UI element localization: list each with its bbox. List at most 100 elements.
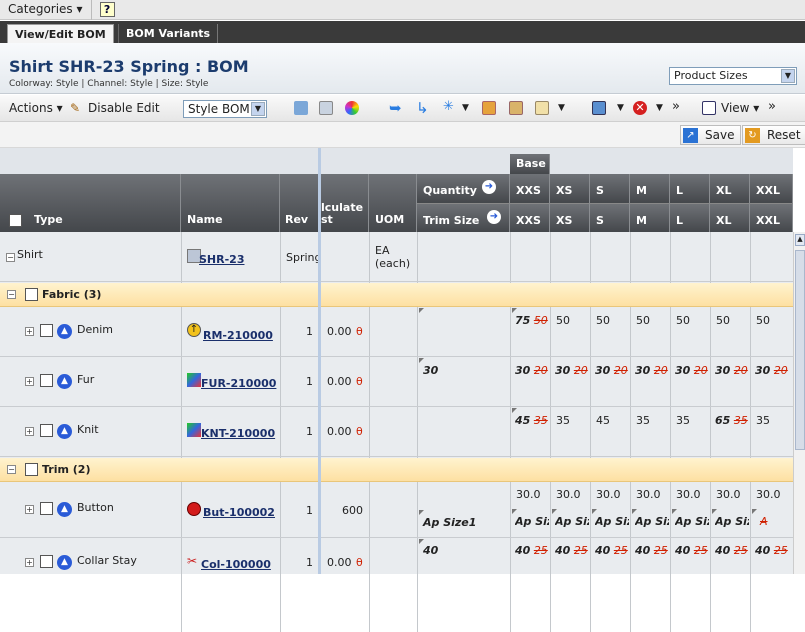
calc-column-header[interactable]: lculate st xyxy=(321,174,369,232)
size-value[interactable]: 30.0 xyxy=(636,488,661,501)
table-row[interactable]: + ▲ Denim ↑ RM-210000 1 0.00 θ 75 50 50 … xyxy=(0,307,793,357)
help-icon[interactable]: ? xyxy=(99,2,115,17)
row-name-link[interactable]: KNT-210000 xyxy=(201,427,275,440)
bom-select[interactable]: Style BOM ▼ xyxy=(183,100,267,118)
row-name-link[interactable]: FUR-210000 xyxy=(201,377,276,390)
expand-icon[interactable]: + xyxy=(25,427,34,436)
trim-size-value[interactable]: Ap Size1 xyxy=(635,515,669,528)
size-value[interactable]: 35 xyxy=(756,414,770,427)
collapse-icon[interactable]: − xyxy=(7,290,16,299)
size-header-xxs[interactable]: XXS xyxy=(510,174,550,203)
table-row[interactable]: + ▲ Fur FUR-210000 1 0.00 θ 30 30 20 30 … xyxy=(0,357,793,407)
size-value[interactable]: 50 xyxy=(596,314,610,327)
size-value[interactable]: 50 xyxy=(756,314,770,327)
trim-size-column-header[interactable]: Trim Size ➜ xyxy=(417,203,510,232)
size-header-xxs-trim[interactable]: XXS xyxy=(510,203,550,232)
size-value[interactable]: 30.0 xyxy=(716,488,741,501)
print-icon[interactable] xyxy=(592,101,606,115)
move-down-icon[interactable]: ↳ xyxy=(416,99,430,117)
size-value[interactable]: 40 xyxy=(755,544,770,557)
row-name-link[interactable]: RM-210000 xyxy=(203,329,273,342)
disable-edit-button[interactable]: Disable Edit xyxy=(88,101,160,115)
pane-splitter[interactable] xyxy=(318,148,321,574)
size-value[interactable]: 30 xyxy=(515,364,530,377)
size-header-xxl-trim[interactable]: XXL xyxy=(750,203,793,232)
expand-icon[interactable]: + xyxy=(25,505,34,514)
size-value[interactable]: 35 xyxy=(636,414,650,427)
row-checkbox[interactable] xyxy=(40,424,53,437)
size-value[interactable]: 30 xyxy=(755,364,770,377)
actions-menu[interactable]: Actions ▾ xyxy=(9,101,63,115)
quantity-column-header[interactable]: Quantity ➜ xyxy=(417,174,510,203)
scrollbar-thumb[interactable] xyxy=(795,250,805,450)
size-value[interactable]: 40 xyxy=(675,544,690,557)
trim-size-value[interactable]: Ap Size1 xyxy=(515,515,549,528)
table-row[interactable]: + ▲ Button But-100002 1 600 Ap Size1 30.… xyxy=(0,482,793,538)
size-value[interactable]: 30.0 xyxy=(516,488,541,501)
size-header-m[interactable]: M xyxy=(630,174,670,203)
row-checkbox[interactable] xyxy=(25,463,38,476)
delete-icon[interactable]: ✕ xyxy=(633,101,647,115)
size-value[interactable]: 40 xyxy=(715,544,730,557)
group-row-fabric[interactable]: − Fabric (3) xyxy=(0,283,793,307)
size-header-xl-trim[interactable]: XL xyxy=(710,203,750,232)
row-checkbox[interactable] xyxy=(40,555,53,568)
row-name-link[interactable]: But-100002 xyxy=(203,506,275,519)
row-checkbox[interactable] xyxy=(40,502,53,515)
size-value[interactable]: 30 xyxy=(635,364,650,377)
size-value[interactable]: 40 xyxy=(595,544,610,557)
size-value[interactable]: 40 xyxy=(555,544,570,557)
size-value[interactable]: 40 xyxy=(515,544,530,557)
size-value[interactable]: 35 xyxy=(556,414,570,427)
more-toolbar-button-2[interactable]: » xyxy=(768,99,776,114)
collapse-icon[interactable]: − xyxy=(7,465,16,474)
tab-view-edit-bom[interactable]: View/Edit BOM xyxy=(7,24,114,43)
insert-row-icon[interactable] xyxy=(319,101,333,115)
trim-size-value[interactable]: Ap Size1 xyxy=(675,515,709,528)
size-header-s[interactable]: S xyxy=(590,174,630,203)
size-header-m-trim[interactable]: M xyxy=(630,203,670,232)
table-row[interactable]: − Shirt SHR-23 Spring EA (each) xyxy=(0,232,793,282)
size-value[interactable]: 50 xyxy=(676,314,690,327)
view-select[interactable]: Product Sizes ▼ xyxy=(669,67,797,85)
size-value[interactable]: 35 xyxy=(676,414,690,427)
paste-icon[interactable] xyxy=(509,101,523,115)
chevron-down-icon[interactable]: ▼ xyxy=(558,103,565,113)
size-value[interactable]: 50 xyxy=(636,314,650,327)
group-row-trim[interactable]: − Trim (2) xyxy=(0,458,793,482)
chevron-down-icon[interactable]: ▼ xyxy=(462,103,469,113)
size-header-l[interactable]: L xyxy=(670,174,710,203)
table-row[interactable]: + ▲ Collar Stay ✂ Col-100000 1 0.00 θ 40… xyxy=(0,538,793,574)
expand-icon[interactable]: ✳ xyxy=(443,99,457,114)
row-name-link[interactable]: Col-100000 xyxy=(201,558,271,571)
chevron-down-icon[interactable]: ▼ xyxy=(617,103,624,113)
size-value[interactable]: 40 xyxy=(635,544,650,557)
uom-column-header[interactable]: UOM xyxy=(369,174,417,232)
name-column-header[interactable]: Name xyxy=(181,174,280,232)
table-row[interactable]: + ▲ Knit KNT-210000 1 0.00 θ 45 35 35 45… xyxy=(0,407,793,457)
rev-column-header[interactable]: Rev xyxy=(280,174,319,232)
expand-icon[interactable]: + xyxy=(25,558,34,567)
size-value[interactable]: 30.0 xyxy=(676,488,701,501)
row-checkbox[interactable] xyxy=(40,324,53,337)
size-value[interactable]: 30 xyxy=(555,364,570,377)
row-checkbox[interactable] xyxy=(40,374,53,387)
arrow-right-icon[interactable]: ➜ xyxy=(482,180,496,194)
tab-bom-variants[interactable]: BOM Variants xyxy=(118,24,219,43)
reset-button[interactable]: ↻ Reset xyxy=(742,125,805,145)
size-value[interactable]: 30 xyxy=(675,364,690,377)
size-header-xxl[interactable]: XXL xyxy=(750,174,793,203)
chevron-down-icon[interactable]: ▼ xyxy=(656,103,663,113)
save-button[interactable]: ↗ Save xyxy=(680,125,742,145)
copy-icon[interactable] xyxy=(482,101,496,115)
trim-size-value[interactable]: Ap Size1 xyxy=(423,516,476,529)
paste-special-icon[interactable] xyxy=(535,101,549,115)
trim-size-value[interactable]: Ap Size1 xyxy=(715,515,749,528)
quantity-value[interactable]: 40 xyxy=(423,544,438,557)
scroll-up-icon[interactable]: ▲ xyxy=(795,234,805,246)
quantity-value[interactable]: 30 xyxy=(423,364,438,377)
row-checkbox[interactable] xyxy=(25,288,38,301)
size-value[interactable]: 50 xyxy=(556,314,570,327)
categories-menu[interactable]: Categories ▾ xyxy=(0,0,92,20)
size-value[interactable]: 75 xyxy=(515,314,530,327)
